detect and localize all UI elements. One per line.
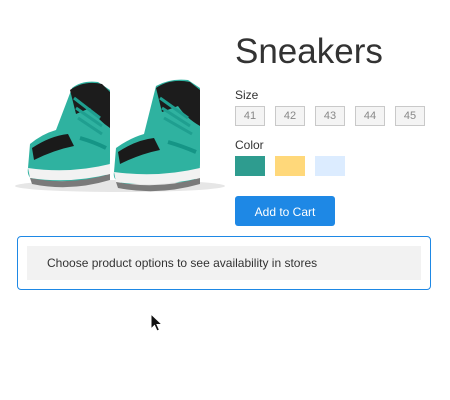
color-swatch-teal[interactable] (235, 156, 265, 176)
product-title: Sneakers (235, 32, 383, 71)
size-option-41[interactable]: 41 (235, 106, 265, 126)
availability-message: Choose product options to see availabili… (47, 256, 318, 270)
availability-message-box: Choose product options to see availabili… (27, 246, 421, 280)
product-image (15, 79, 225, 192)
color-label: Color (235, 138, 264, 152)
add-to-cart-button[interactable]: Add to Cart (235, 196, 335, 226)
size-option-44[interactable]: 44 (355, 106, 385, 126)
mouse-cursor-icon (150, 313, 164, 332)
availability-panel: Choose product options to see availabili… (17, 236, 431, 290)
right-shoe (113, 79, 200, 192)
color-swatch-yellow[interactable] (275, 156, 305, 176)
size-option-45[interactable]: 45 (395, 106, 425, 126)
size-label: Size (235, 88, 259, 102)
left-shoe (27, 81, 110, 188)
color-swatch-light-blue[interactable] (315, 156, 345, 176)
product-page: Sneakers Size 41 42 43 44 45 Color Add t… (0, 0, 450, 400)
size-option-43[interactable]: 43 (315, 106, 345, 126)
size-option-42[interactable]: 42 (275, 106, 305, 126)
